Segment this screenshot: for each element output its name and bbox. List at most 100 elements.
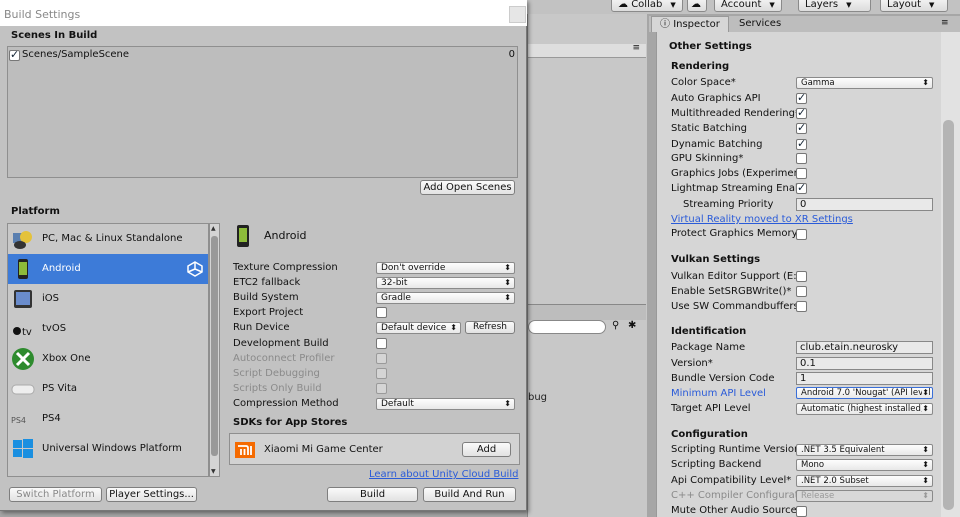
build-settings-dialog: Build Settings Scenes In Build Scenes/Sa… (0, 0, 527, 511)
scripting-backend-label: Scripting Backend (671, 459, 762, 470)
cloud-build-link[interactable]: Learn about Unity Cloud Build (369, 469, 518, 480)
section-other-settings: Other Settings (669, 41, 752, 52)
platform-item-android[interactable]: Android (8, 254, 208, 284)
panel-toolbar (528, 304, 646, 320)
tab-inspector[interactable]: ⓘ Inspector (651, 16, 729, 32)
multithreaded-rendering-checkbox[interactable] (796, 106, 807, 119)
run-device-label: Run Device (233, 322, 290, 333)
auto-graphics-api-checkbox[interactable] (796, 91, 807, 104)
sdk-row: Xiaomi Mi Game Center Add (229, 433, 520, 465)
filter-icon[interactable]: ⚲ (612, 320, 619, 331)
dynamic-batching-checkbox[interactable] (796, 137, 807, 150)
platform-item-uwp[interactable]: Universal Windows Platform (8, 434, 208, 464)
target-api-level-dropdown[interactable]: Automatic (highest installed) ⬍ (796, 403, 933, 415)
color-space-dropdown[interactable]: Gamma ⬍ (796, 77, 933, 89)
build-and-run-button[interactable]: Build And Run (423, 487, 516, 502)
windows-icon (13, 439, 33, 458)
refresh-button[interactable]: Refresh (465, 321, 515, 334)
info-icon: ⓘ (660, 19, 674, 30)
auto-graphics-api-label: Auto Graphics API (671, 93, 761, 104)
platform-item-ps-vita[interactable]: PS Vita (8, 374, 208, 404)
development-build-label: Development Build (233, 338, 329, 349)
package-name-field[interactable]: club.etain.neurosky (796, 341, 933, 354)
collab-button[interactable]: ☁ Collab ▼ (611, 0, 683, 12)
platform-item-xbox[interactable]: Xbox One (8, 344, 208, 374)
compression-method-label: Compression Method (233, 398, 339, 409)
inspector-scrollbar[interactable] (941, 32, 960, 517)
export-project-checkbox[interactable] (376, 307, 387, 318)
platform-header: Platform (11, 206, 60, 217)
vulkan-editor-support-checkbox[interactable] (796, 271, 807, 282)
tab-services[interactable]: Services (731, 16, 789, 32)
build-system-label: Build System (233, 292, 299, 303)
bundle-version-code-field[interactable]: 1 (796, 372, 933, 385)
lightmap-streaming-label: Lightmap Streaming Enab (671, 183, 802, 194)
platform-item-standalone[interactable]: PC, Mac & Linux Standalone (8, 224, 208, 254)
search-input[interactable] (528, 320, 606, 334)
close-button[interactable] (509, 6, 526, 23)
section-identification: Identification (671, 326, 747, 337)
lock-icon[interactable]: ✱ (628, 320, 636, 331)
ios-icon (14, 290, 32, 308)
cloud-services-button[interactable]: ☁ (687, 0, 707, 12)
add-open-scenes-button[interactable]: Add Open Scenes (420, 180, 515, 195)
api-compat-dropdown[interactable]: .NET 2.0 Subset ⬍ (796, 475, 933, 487)
api-compat-label: Api Compatibility Level* (671, 475, 792, 486)
autoconnect-profiler-checkbox (376, 353, 387, 364)
static-batching-checkbox[interactable] (796, 121, 807, 134)
scripting-runtime-dropdown[interactable]: .NET 3.5 Equivalent ⬍ (796, 444, 933, 456)
use-sw-commandbuffers-checkbox[interactable] (796, 301, 807, 312)
inspector-tabs: ⓘ Inspector Services ≡ (649, 16, 960, 32)
tvos-icon: tv (13, 327, 32, 338)
panel-header: ≡ (528, 43, 646, 58)
mute-other-audio-checkbox[interactable] (796, 506, 807, 517)
xbox-icon (12, 348, 34, 370)
cloud-icon: ☁ (618, 0, 632, 10)
graphics-jobs-label: Graphics Jobs (Experimen (671, 168, 800, 179)
scroll-down-icon[interactable]: ▼ (211, 468, 216, 475)
build-system-dropdown[interactable]: Gradle ⬍ (376, 292, 515, 304)
account-button[interactable]: Account ▼ (714, 0, 782, 12)
layout-button[interactable]: Layout ▼ (880, 0, 948, 12)
scene-index: 0 (508, 49, 515, 60)
min-api-level-label: Minimum API Level (671, 388, 766, 399)
enable-setsrgbwrite-checkbox[interactable] (796, 286, 807, 297)
section-vulkan-settings: Vulkan Settings (671, 254, 761, 265)
texture-compression-dropdown[interactable]: Don't override ⬍ (376, 262, 515, 274)
etc2-fallback-dropdown[interactable]: 32-bit ⬍ (376, 277, 515, 289)
lightmap-streaming-checkbox[interactable] (796, 181, 807, 194)
gpu-skinning-checkbox[interactable] (796, 153, 807, 164)
mute-other-audio-label: Mute Other Audio Sources (671, 505, 802, 516)
scrollbar-thumb[interactable] (211, 236, 218, 456)
android-icon (237, 225, 249, 247)
platform-item-ios[interactable]: iOS (8, 284, 208, 314)
scrollbar-thumb[interactable] (943, 120, 954, 510)
platform-scrollbar[interactable]: ▲ ▼ (209, 223, 220, 477)
list-item[interactable]: Scenes/SampleScene 0 (9, 48, 517, 63)
player-settings-button[interactable]: Player Settings... (106, 487, 197, 502)
scripting-backend-dropdown[interactable]: Mono ⬍ (796, 459, 933, 471)
build-button[interactable]: Build (327, 487, 418, 502)
compression-method-dropdown[interactable]: Default ⬍ (376, 398, 515, 410)
scroll-up-icon[interactable]: ▲ (211, 225, 216, 232)
min-api-level-dropdown[interactable]: Android 7.0 'Nougat' (API level ⬍ (796, 387, 933, 399)
layers-button[interactable]: Layers ▼ (798, 0, 871, 12)
streaming-priority-field[interactable]: 0 (796, 198, 933, 211)
svg-text:PS4: PS4 (11, 416, 26, 425)
texture-compression-label: Texture Compression (233, 262, 338, 273)
development-build-checkbox[interactable] (376, 338, 387, 349)
add-sdk-button[interactable]: Add (462, 442, 511, 457)
vr-settings-link[interactable]: Virtual Reality moved to XR Settings (671, 214, 853, 225)
run-device-dropdown[interactable]: Default device ⬍ (376, 322, 461, 334)
scene-checkbox[interactable] (9, 48, 20, 61)
scripts-only-build-label: Scripts Only Build (233, 383, 322, 394)
platform-item-ps4[interactable]: PS4 PS4 (8, 404, 208, 434)
platform-item-tvos[interactable]: tv tvOS (8, 314, 208, 344)
graphics-jobs-checkbox[interactable] (796, 168, 807, 179)
protect-graphics-memory-checkbox[interactable] (796, 229, 807, 240)
menu-icon[interactable]: ≡ (632, 43, 640, 53)
cpp-compiler-dropdown: Release ⬍ (796, 490, 933, 502)
switch-platform-button[interactable]: Switch Platform (9, 487, 102, 502)
version-field[interactable]: 0.1 (796, 357, 933, 370)
menu-icon[interactable]: ≡ (941, 18, 949, 28)
